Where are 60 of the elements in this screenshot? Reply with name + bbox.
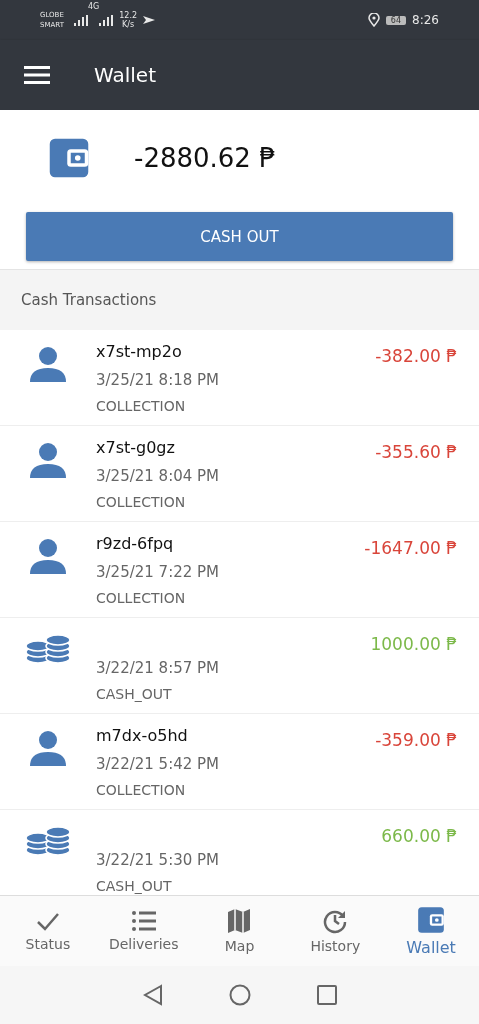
transaction-row[interactable]: x7st-mp2o 3/25/21 8:18 PM COLLECTION -382.00 ₱	[0, 330, 479, 426]
transaction-amount: 660.00 ₱	[381, 825, 458, 848]
signal-icon	[73, 14, 88, 26]
transaction-amount: -382.00 ₱	[375, 345, 458, 368]
clock-time: 8:26	[412, 13, 439, 27]
list-icon	[130, 910, 157, 932]
history-icon	[322, 908, 349, 934]
speed-unit: K/s	[122, 20, 135, 29]
wallet-icon	[417, 905, 446, 934]
signal-icon	[99, 14, 114, 26]
person-icon	[28, 538, 68, 574]
network-speed: 12.2	[119, 11, 137, 20]
coins-icon	[25, 634, 71, 664]
transaction-amount: -359.00 ₱	[375, 729, 458, 752]
transaction-type: COLLECTION	[96, 589, 187, 608]
person-icon	[28, 730, 68, 766]
transaction-type: COLLECTION	[96, 493, 187, 512]
transaction-date: 3/22/21 8:57 PM	[96, 658, 221, 679]
map-icon	[226, 908, 253, 934]
menu-icon[interactable]	[24, 66, 50, 84]
nav-tab[interactable]: Deliveries	[95, 896, 192, 966]
screen-title: Wallet	[94, 63, 156, 87]
nav-tab[interactable]: Status	[0, 896, 96, 966]
transaction-row[interactable]: m7dx-o5hd 3/22/21 5:42 PM COLLECTION -359.00 ₱	[0, 714, 479, 810]
order-code: x7st-g0gz	[96, 437, 176, 459]
transaction-type: CASH_OUT	[96, 877, 173, 895]
wallet-icon	[48, 137, 90, 179]
transaction-amount: -355.60 ₱	[375, 441, 458, 464]
transaction-row[interactable]: 3/22/21 8:57 PM CASH_OUT 1000.00 ₱	[0, 618, 479, 714]
send-icon	[143, 16, 155, 24]
transaction-type: COLLECTION	[96, 397, 187, 416]
nav-tab[interactable]: History	[287, 896, 384, 966]
transaction-row[interactable]: r9zd-6fpq 3/25/21 7:22 PM COLLECTION -1647.00 ₱	[0, 522, 479, 618]
home-icon[interactable]	[228, 984, 251, 1006]
recents-icon[interactable]	[316, 985, 337, 1005]
transaction-type: CASH_OUT	[96, 685, 173, 704]
nav-tab[interactable]: Map	[191, 896, 288, 966]
transaction-date: 3/25/21 8:04 PM	[96, 466, 221, 487]
section-title: Cash Transactions	[0, 270, 479, 330]
nav-tab[interactable]: Wallet	[383, 896, 479, 966]
person-icon	[28, 442, 68, 478]
transaction-row[interactable]: x7st-g0gz 3/25/21 8:04 PM COLLECTION -355.60 ₱	[0, 426, 479, 522]
transaction-type: COLLECTION	[96, 781, 187, 800]
transaction-amount: 1000.00 ₱	[370, 633, 458, 656]
balance-amount: -2880.62 ₱	[134, 143, 276, 173]
transaction-date: 3/22/21 5:30 PM	[96, 850, 221, 871]
back-icon[interactable]	[142, 984, 163, 1006]
order-code: r9zd-6fpq	[96, 533, 175, 555]
order-code: m7dx-o5hd	[96, 725, 189, 747]
location-icon	[367, 13, 380, 27]
order-code: x7st-mp2o	[96, 341, 183, 363]
battery-level: 64	[385, 15, 407, 25]
network-type: 4G	[87, 2, 100, 11]
transaction-date: 3/25/21 7:22 PM	[96, 562, 221, 583]
transaction-amount: -1647.00 ₱	[364, 537, 458, 560]
coins-icon	[25, 826, 71, 856]
person-icon	[28, 346, 68, 382]
transaction-date: 3/22/21 5:42 PM	[96, 754, 221, 775]
transaction-date: 3/25/21 8:18 PM	[96, 370, 221, 391]
cash-out-button[interactable]: CASH OUT	[26, 212, 453, 261]
